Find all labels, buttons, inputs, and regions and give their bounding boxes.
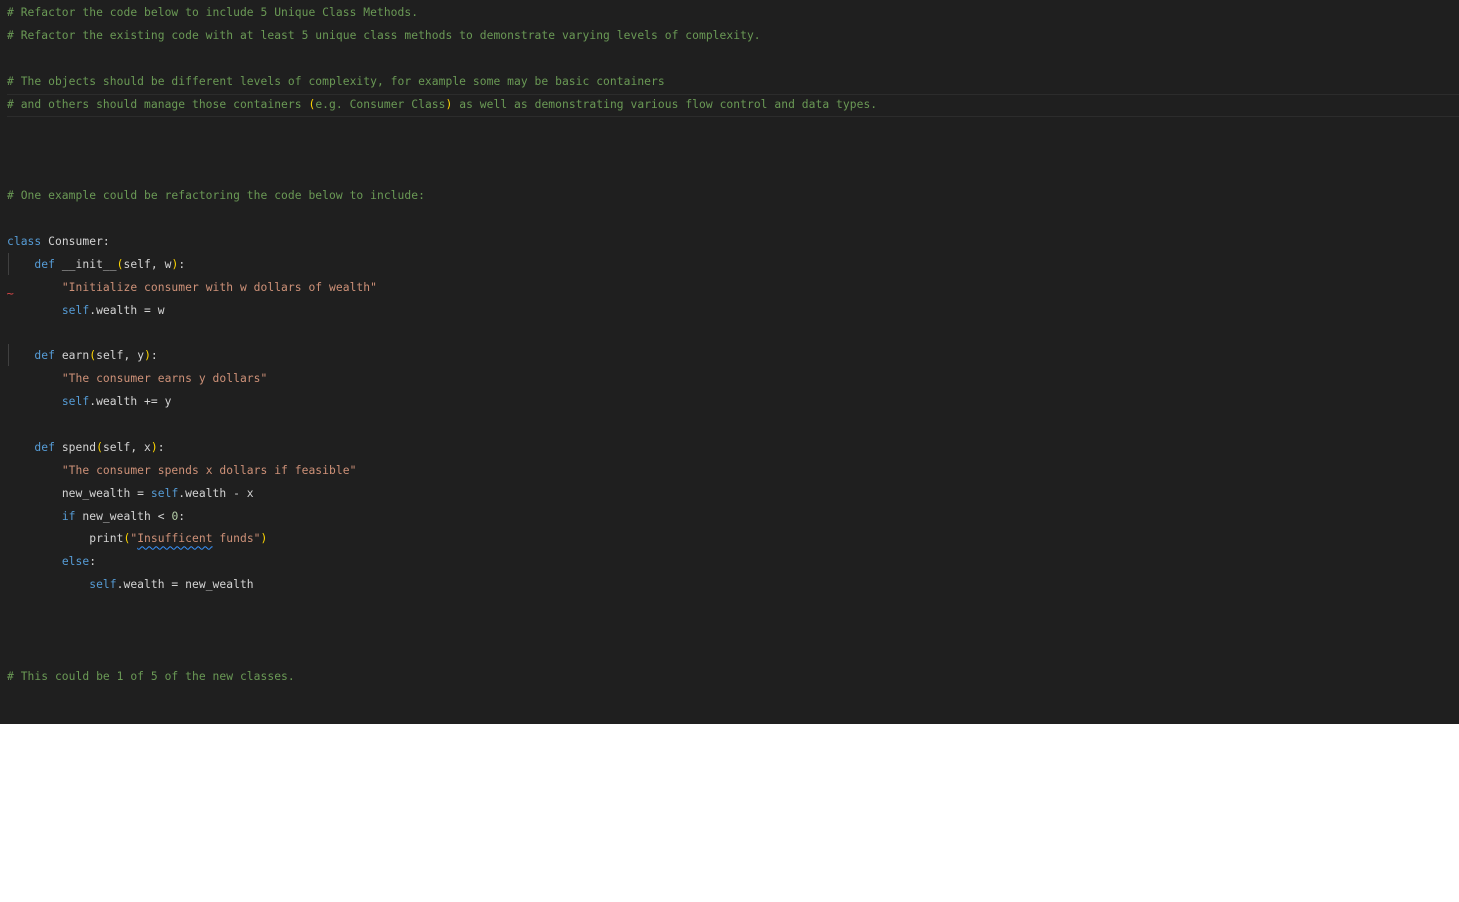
- bracket-open: (: [308, 97, 316, 111]
- params: self, w: [123, 257, 172, 271]
- class-name: Consumer:: [41, 234, 110, 248]
- bracket-open: (: [96, 440, 103, 454]
- comment: e.g. Consumer Class: [315, 97, 446, 111]
- colon: :: [157, 440, 165, 454]
- self-keyword: self: [89, 578, 117, 592]
- function-name: spend: [54, 440, 97, 454]
- code-lines[interactable]: # Refactor the code below to include 5 U…: [7, 2, 1459, 689]
- comment: # and others should manage those contain…: [7, 97, 309, 111]
- comment: # Refactor the code below to include 5 U…: [7, 6, 419, 19]
- string-literal: funds": [212, 532, 261, 546]
- code-line-20: def spend(self, x):: [7, 437, 877, 460]
- colon: :: [178, 257, 186, 271]
- builtin-function: print: [89, 532, 124, 546]
- self-keyword: self: [61, 395, 90, 409]
- statement: .wealth += y: [89, 395, 172, 409]
- code-line-23: if new_wealth < 0:: [7, 506, 877, 529]
- comment: # One example could be refactoring the c…: [7, 189, 425, 203]
- comment: as well as demonstrating various flow co…: [452, 97, 878, 111]
- bracket-open: (: [116, 257, 124, 271]
- bracket-close: ): [260, 532, 268, 546]
- keyword: def: [34, 440, 55, 454]
- docstring: "Initialize consumer with w dollars of w…: [61, 280, 377, 294]
- colon: :: [89, 555, 97, 569]
- code-line-2: # Refactor the existing code with at lea…: [7, 25, 877, 48]
- colon: :: [178, 509, 186, 523]
- code-line-30: # This could be 1 of 5 of the new classe…: [7, 666, 877, 689]
- params: self, y: [96, 349, 145, 363]
- comment: # This could be 1 of 5 of the new classe…: [7, 669, 295, 683]
- statement: new_wealth =: [61, 486, 151, 500]
- code-line-13: "Initialize consumer with w dollars of w…: [7, 277, 877, 300]
- code-line-22: new_wealth = self.wealth - x: [7, 483, 877, 506]
- statement: .wealth = w: [89, 303, 165, 317]
- code-line-9: # One example could be refactoring the c…: [7, 185, 877, 208]
- code-line-14: self.wealth = w: [7, 300, 877, 323]
- comment: # Refactor the existing code with at lea…: [7, 28, 761, 42]
- keyword: def: [34, 349, 55, 363]
- code-line-12: def __init__(self, w):: [7, 254, 877, 277]
- code-line-21: "The consumer spends x dollars if feasib…: [7, 460, 877, 483]
- code-line-18: self.wealth += y: [7, 391, 877, 414]
- code-line-1: # Refactor the code below to include 5 U…: [7, 2, 877, 25]
- code-line-26: self.wealth = new_wealth: [7, 574, 877, 597]
- code-line-5-current: # and others should manage those contain…: [7, 93, 1459, 117]
- spelling-error-word[interactable]: Insufficent: [137, 532, 212, 545]
- keyword: def: [34, 257, 55, 271]
- function-name: __init__: [54, 257, 117, 271]
- docstring: "The consumer spends x dollars if feasib…: [61, 463, 357, 477]
- code-line-24: print("Insufficent funds"): [7, 528, 877, 551]
- statement: .wealth - x: [178, 486, 254, 500]
- code-editor[interactable]: ~ # Refactor the code below to include 5…: [0, 0, 1459, 724]
- bracket-close: ): [150, 440, 158, 454]
- docstring: "The consumer earns y dollars": [61, 372, 268, 386]
- colon: :: [150, 349, 158, 363]
- condition: new_wealth <: [75, 509, 172, 523]
- keyword: class: [7, 234, 42, 248]
- bracket-close: ): [144, 349, 151, 363]
- comment: # The objects should be different levels…: [7, 74, 665, 88]
- code-line-16: def earn(self, y):: [7, 345, 877, 368]
- bracket-close: ): [445, 97, 453, 111]
- self-keyword: self: [61, 303, 90, 317]
- code-line-17: "The consumer earns y dollars": [7, 368, 877, 391]
- code-line-11: class Consumer:: [7, 231, 877, 254]
- function-name: earn: [54, 349, 90, 363]
- self-keyword: self: [150, 486, 179, 500]
- keyword: else: [61, 555, 90, 569]
- statement: .wealth = new_wealth: [116, 578, 254, 592]
- code-line-25: else:: [7, 551, 877, 574]
- keyword: if: [61, 509, 76, 523]
- params: self, x: [102, 440, 151, 454]
- code-line-4: # The objects should be different levels…: [7, 71, 877, 94]
